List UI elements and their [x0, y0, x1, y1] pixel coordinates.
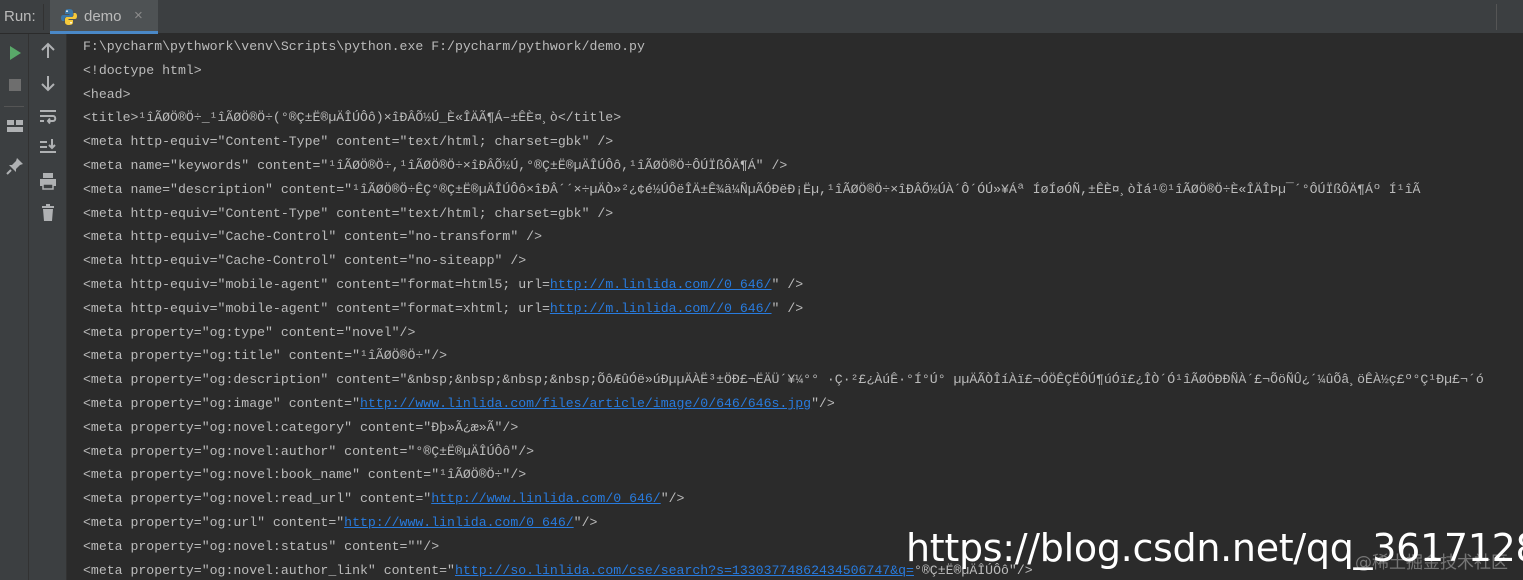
console-line: <meta property="og:title" content="¹îÃØÖ… — [83, 346, 447, 368]
console-line: <meta http-equiv="Cache-Control" content… — [83, 251, 526, 273]
console-text: F:\pycharm\pythwork\venv\Scripts\python.… — [83, 39, 645, 54]
console-text: <title>¹îÃØÖ®Ö÷_¹îÃØÖ®Ö÷(°®Ç±Ë®µÄÎÚÔô)×î… — [83, 110, 622, 126]
python-icon — [61, 9, 77, 25]
run-tab-demo[interactable]: demo × — [50, 0, 158, 34]
console-text: <meta http-equiv="Cache-Control" content… — [83, 229, 542, 245]
console-line: <title>¹îÃØÖ®Ö÷_¹îÃØÖ®Ö÷(°®Ç±Ë®µÄÎÚÔô)×î… — [83, 108, 621, 130]
console-text: <meta property="og:novel:author_link" co… — [83, 562, 455, 578]
console-text: <head> — [83, 86, 131, 102]
console-text: <meta http-equiv="Content-Type" content=… — [83, 205, 614, 221]
console-line: <meta property="og:url" content="http://… — [83, 513, 597, 535]
console-line: <meta property="og:description" content=… — [83, 370, 1484, 392]
console-line: <meta http-equiv="Content-Type" content=… — [83, 132, 613, 154]
console-text: <meta http-equiv="Content-Type" content=… — [83, 134, 614, 150]
scroll-up-icon[interactable] — [37, 40, 59, 62]
console-text: "/> — [573, 515, 598, 530]
run-icon[interactable] — [4, 42, 26, 64]
close-icon[interactable]: × — [134, 7, 143, 24]
console-text: <meta http-equiv="mobile-agent" content=… — [83, 300, 550, 316]
console-text: <meta http-equiv="Cache-Control" content… — [83, 253, 527, 269]
watermark-sub: @稀土掘金技术社区 — [1355, 553, 1508, 573]
console-text: " /> — [771, 300, 804, 316]
console-line: <meta http-equiv="mobile-agent" content=… — [83, 275, 803, 297]
console-line: <meta property="og:novel:book_name" cont… — [83, 465, 526, 487]
console-line: <head> — [83, 85, 130, 107]
console-text: <!doctype html> — [83, 62, 202, 78]
console-line: <meta property="og:novel:author_link" co… — [83, 561, 1033, 580]
console-line: <meta http-equiv="mobile-agent" content=… — [83, 299, 803, 321]
console-text: <meta property="og:novel:book_name" cont… — [83, 467, 527, 483]
layout-icon[interactable] — [4, 115, 26, 137]
console-link[interactable]: http://m.linlida.com//0_646/ — [550, 277, 772, 292]
soft-wrap-icon[interactable] — [37, 106, 59, 128]
console-text: <meta property="og:type" content="novel"… — [83, 324, 416, 340]
console-output[interactable]: F:\pycharm\pythwork\venv\Scripts\python.… — [67, 34, 1523, 580]
console-line: F:\pycharm\pythwork\venv\Scripts\python.… — [83, 37, 645, 59]
console-text: "/> — [811, 396, 835, 411]
divider — [1496, 4, 1497, 30]
console-line: <meta name="keywords" content="¹îÃØÖ®Ö÷,… — [83, 156, 787, 178]
console-text: <meta name="description" content="¹îÃØÖ®… — [83, 181, 1421, 197]
console-line: <meta property="og:novel:read_url" conte… — [83, 489, 684, 511]
pin-icon[interactable] — [4, 155, 26, 177]
console-text: <meta property="og:novel:status" content… — [83, 538, 440, 554]
console-line: <meta property="og:novel:category" conte… — [83, 418, 518, 440]
divider — [4, 106, 24, 107]
console-line: <!doctype html> — [83, 61, 202, 83]
console-text: <meta property="og:novel:category" conte… — [83, 419, 519, 435]
console-link[interactable]: http://so.linlida.com/cse/search?s=13303… — [455, 563, 914, 578]
console-text: "/> — [660, 491, 685, 507]
console-text: <meta name="keywords" content="¹îÃØÖ®Ö÷,… — [83, 158, 788, 173]
scroll-down-icon[interactable] — [37, 72, 59, 94]
console-link[interactable]: http://www.linlida.com/0_646/ — [431, 491, 661, 506]
tab-label: demo — [84, 8, 122, 25]
console-line: <meta http-equiv="Content-Type" content=… — [83, 204, 613, 226]
console-link[interactable]: http://www.linlida.com/0_646/ — [344, 515, 574, 530]
console-line: <meta property="og:novel:status" content… — [83, 537, 439, 559]
console-text: <meta property="og:title" content="¹îÃØÖ… — [83, 348, 448, 364]
console-actions-toolbar — [29, 34, 67, 580]
stop-icon[interactable] — [4, 74, 26, 96]
divider — [43, 4, 44, 30]
print-icon[interactable] — [37, 170, 59, 192]
console-text: " /> — [771, 277, 804, 292]
console-line: <meta property="og:novel:author" content… — [83, 442, 534, 464]
console-line: <meta http-equiv="Cache-Control" content… — [83, 227, 542, 249]
console-link[interactable]: http://m.linlida.com//0_646/ — [550, 301, 772, 316]
console-line: <meta property="og:type" content="novel"… — [83, 323, 415, 345]
console-text: <meta http-equiv="mobile-agent" content=… — [83, 277, 550, 292]
console-text: <meta property="og:image" content=" — [83, 396, 360, 411]
console-line: <meta property="og:image" content="http:… — [83, 394, 835, 416]
run-label: Run: — [4, 8, 36, 25]
console-text: <meta property="og:novel:author" content… — [83, 443, 535, 459]
run-actions-toolbar — [0, 34, 29, 580]
console-text: <meta property="og:url" content=" — [83, 515, 345, 530]
console-text: <meta property="og:novel:read_url" conte… — [83, 491, 432, 507]
scroll-to-end-icon[interactable] — [37, 136, 59, 158]
console-text: <meta property="og:description" content=… — [83, 372, 1484, 388]
trash-icon[interactable] — [37, 202, 59, 224]
run-toolbar: Run: demo × — [0, 0, 1523, 34]
console-line: <meta name="description" content="¹îÃØÖ®… — [83, 180, 1420, 202]
console-link[interactable]: http://www.linlida.com/files/article/ima… — [360, 396, 811, 411]
